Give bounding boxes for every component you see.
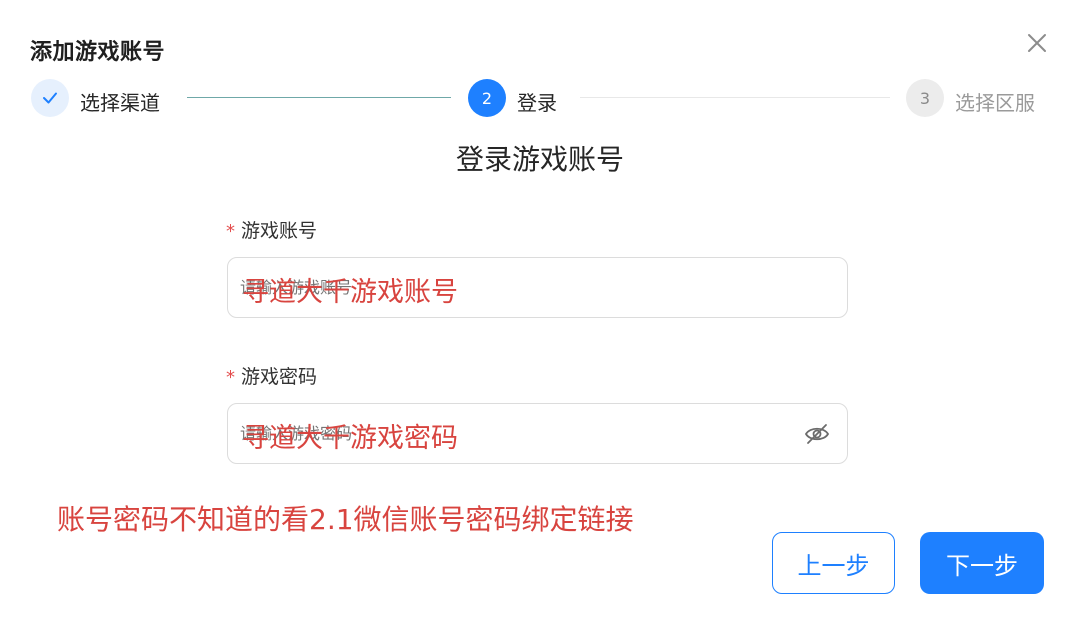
step-3-label: 选择区服 [955,91,1035,115]
step-2-label: 登录 [517,91,557,115]
next-step-button[interactable]: 下一步 [920,532,1044,594]
required-mark: * [226,367,235,388]
check-icon [43,92,57,104]
form-heading: 登录游戏账号 [455,143,624,176]
password-field-label: * 游戏密码 [226,362,317,389]
required-mark: * [226,221,235,242]
step-2-indicator: 2 [468,79,506,117]
step-connector-2 [580,97,890,98]
help-note: 账号密码不知道的看2.1微信账号密码绑定链接 [57,503,634,536]
add-game-account-dialog: 添加游戏账号 选择渠道 2 登录 3 选择区服 登录游戏账号 * 游戏账号 寻道大… [0,0,1080,621]
close-button[interactable] [1022,28,1052,58]
toggle-password-visibility[interactable] [803,421,831,447]
step-1-indicator [31,79,69,117]
step-3-indicator: 3 [906,79,944,117]
account-input-wrapper[interactable]: 寻道大千游戏账号 [227,257,848,318]
step-connector-1 [187,97,451,98]
steps-bar: 选择渠道 2 登录 3 选择区服 [0,78,1080,122]
close-icon [1028,34,1046,52]
account-input[interactable] [240,258,800,317]
password-label-text: 游戏密码 [241,366,318,388]
account-label-text: 游戏账号 [241,220,318,242]
password-input[interactable] [240,404,800,463]
prev-step-button[interactable]: 上一步 [772,532,895,594]
password-input-wrapper[interactable]: 寻道大千游戏密码 [227,403,848,464]
account-field-label: * 游戏账号 [226,216,317,243]
eye-off-icon [804,424,830,444]
dialog-title: 添加游戏账号 [30,40,166,65]
step-1-label: 选择渠道 [80,91,160,115]
